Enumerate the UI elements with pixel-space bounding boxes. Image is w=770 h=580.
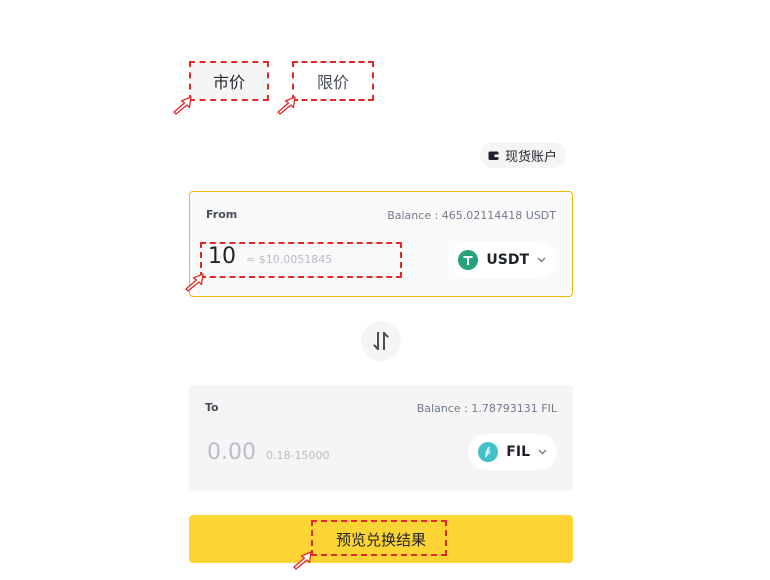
chevron-down-icon xyxy=(538,449,547,455)
tab-limit[interactable]: 限价 xyxy=(294,62,372,100)
to-label: To xyxy=(205,401,219,414)
swap-arrows-icon xyxy=(373,332,389,350)
from-label: From xyxy=(206,208,238,221)
spot-account-label: 现货账户 xyxy=(505,149,558,165)
from-coin-label: USDT xyxy=(486,252,529,268)
pointer-arrow-icon xyxy=(277,96,296,115)
to-coin-select[interactable]: FIL xyxy=(468,434,557,470)
to-coin-label: FIL xyxy=(506,444,530,460)
filecoin-icon xyxy=(478,442,499,462)
pointer-arrow-icon xyxy=(185,273,204,292)
to-amount-range: 0.18-15000 xyxy=(265,449,330,462)
from-balance: Balance : 465.02114418 USDT xyxy=(387,209,556,222)
to-card: To Balance : 1.78793131 FIL 0.00 0.18-15… xyxy=(189,385,573,491)
pointer-arrow-icon xyxy=(173,96,192,115)
from-coin-select[interactable]: USDT xyxy=(448,242,556,278)
to-amount-placeholder: 0.00 xyxy=(207,440,256,465)
spot-account-button[interactable]: 现货账户 xyxy=(480,142,567,168)
preview-conversion-button[interactable]: 预览兑换结果 xyxy=(189,515,573,563)
from-amount-value: 10 xyxy=(208,244,236,269)
to-balance: Balance : 1.78793131 FIL xyxy=(416,402,557,415)
swap-direction-button[interactable] xyxy=(361,321,401,361)
from-usd-estimate: ≈ $10.0051845 xyxy=(246,253,333,266)
tab-market[interactable]: 市价 xyxy=(190,62,268,100)
pointer-arrow-icon xyxy=(293,551,312,570)
from-amount-input[interactable]: 10 ≈ $10.0051845 xyxy=(208,244,332,269)
to-amount-input[interactable]: 0.00 0.18-15000 xyxy=(207,440,329,465)
tab-limit-label: 限价 xyxy=(316,73,349,92)
chevron-down-icon xyxy=(537,257,546,263)
tether-icon xyxy=(458,250,479,270)
tab-market-label: 市价 xyxy=(212,73,245,92)
preview-conversion-label: 预览兑换结果 xyxy=(335,530,426,549)
wallet-icon xyxy=(488,151,499,160)
from-card: From Balance : 465.02114418 USDT 10 ≈ $1… xyxy=(189,191,573,297)
